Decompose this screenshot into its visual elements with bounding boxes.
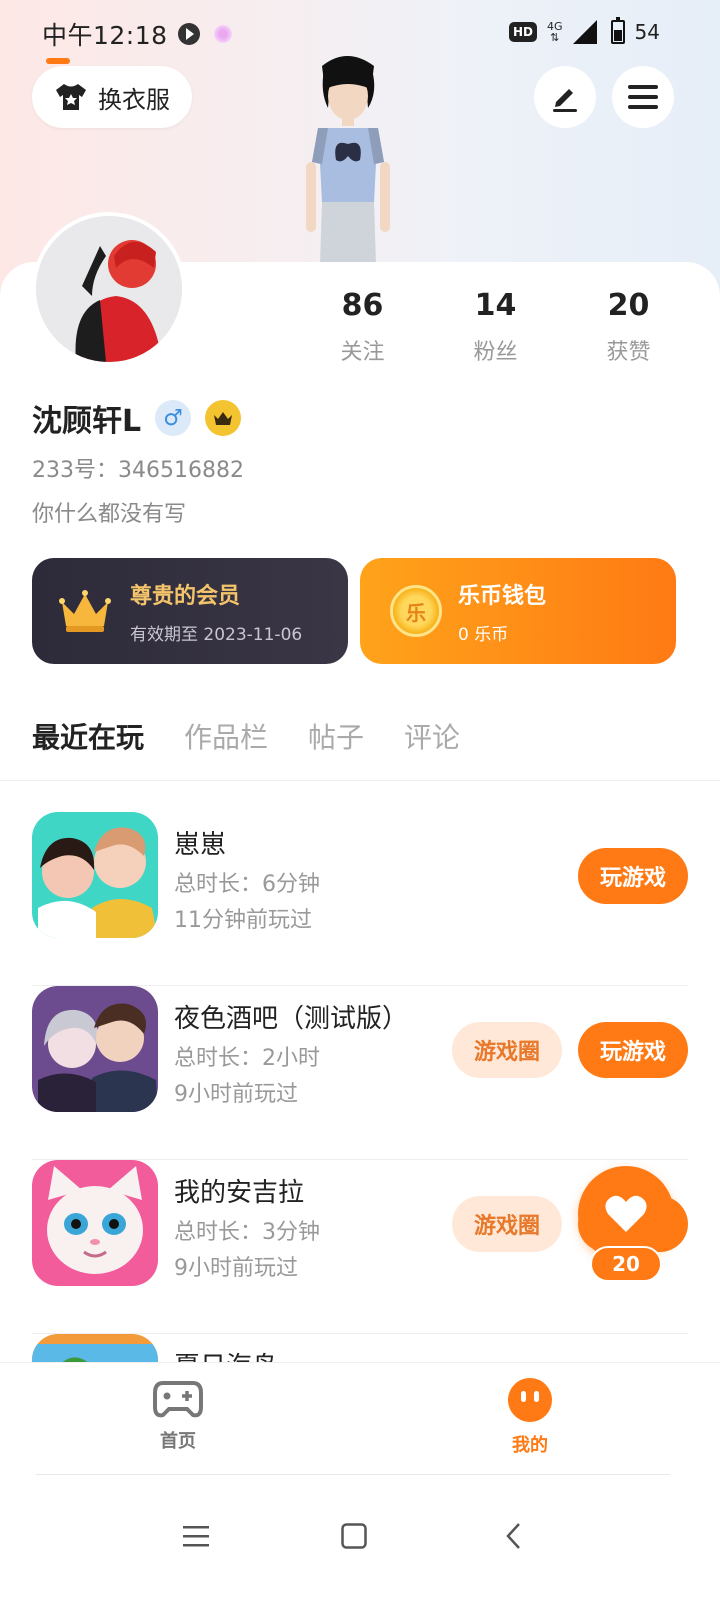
wallet-balance: 0 乐币 xyxy=(458,624,509,645)
data-arrows-icon: ⇅ xyxy=(550,31,560,44)
square-icon xyxy=(341,1523,367,1549)
status-icons: HD 4G ⇅ 54 xyxy=(509,17,660,44)
stat-following[interactable]: 86 关注 xyxy=(296,288,429,366)
game-circle-button[interactable]: 游戏圈 xyxy=(452,1196,562,1252)
change-outfit-button[interactable]: 换衣服 xyxy=(32,66,192,128)
play-game-button[interactable]: 玩游戏 xyxy=(578,848,688,904)
profile-avatar[interactable] xyxy=(32,212,186,366)
nav-mine[interactable]: 我的 xyxy=(470,1377,590,1457)
stat-value: 86 xyxy=(341,288,384,323)
media-play-icon xyxy=(177,23,200,45)
system-navigation-bar xyxy=(0,1490,720,1600)
hamburger-menu-icon xyxy=(628,85,658,109)
tab-recently-played[interactable]: 最近在玩 xyxy=(32,716,144,764)
game-last-played: 11分钟前玩过 xyxy=(174,908,312,933)
nav-home[interactable]: 首页 xyxy=(118,1377,238,1453)
stat-value: 20 xyxy=(607,288,650,323)
game-last-played: 9小时前玩过 xyxy=(174,1256,298,1281)
hd-badge: HD xyxy=(509,22,538,42)
game-name: 我的安吉拉 xyxy=(174,1178,305,1208)
tab-works[interactable]: 作品栏 xyxy=(184,716,268,764)
tab-posts[interactable]: 帖子 xyxy=(308,716,364,764)
game-circle-button[interactable]: 游戏圈 xyxy=(452,1022,562,1078)
nav-home-label: 首页 xyxy=(160,1431,196,1452)
battery-icon xyxy=(610,17,625,44)
menu-button[interactable] xyxy=(612,66,674,128)
stat-label: 粉丝 xyxy=(473,340,518,365)
vip-title: 尊贵的会员 xyxy=(130,583,241,609)
change-outfit-label: 换衣服 xyxy=(98,85,170,114)
stat-followers[interactable]: 14 粉丝 xyxy=(429,288,562,366)
bottom-navigation: 首页 我的 xyxy=(0,1362,720,1474)
male-gender-icon: ♂ xyxy=(155,400,192,436)
menu-lines-icon xyxy=(183,1526,209,1547)
tabs-divider xyxy=(0,780,720,781)
game-duration: 总时长：2小时 xyxy=(174,1046,320,1071)
game-icon[interactable] xyxy=(32,812,158,938)
nav-mine-label: 我的 xyxy=(512,1435,548,1456)
profile-bio[interactable]: 你什么都没有写 xyxy=(32,496,186,528)
game-duration: 总时长：6分钟 xyxy=(174,872,320,897)
stat-likes[interactable]: 20 获赞 xyxy=(562,288,695,366)
network-indicator: 4G ⇅ xyxy=(547,21,563,43)
wallet-card[interactable]: 乐 乐币钱包 0 乐币 xyxy=(360,558,676,664)
pencil-icon xyxy=(553,89,577,112)
vip-expiry: 有效期至 2023-11-06 xyxy=(130,624,303,645)
profile-tabs: 最近在玩 作品栏 帖子 评论 xyxy=(32,716,460,764)
username: 沈顾轩L xyxy=(32,404,142,439)
game-row[interactable]: 夜色酒吧（测试版） 总时长：2小时 9小时前玩过 游戏圈 玩游戏 xyxy=(32,986,688,1160)
back-button[interactable] xyxy=(484,1506,544,1566)
game-name: 夜色酒吧（测试版） xyxy=(174,1004,409,1034)
recent-apps-button[interactable] xyxy=(166,1506,226,1566)
heart-icon xyxy=(605,1195,647,1232)
game-icon[interactable] xyxy=(32,986,158,1112)
stat-value: 14 xyxy=(474,288,517,323)
status-time: 中午12:18 xyxy=(42,21,168,50)
game-name: 崽崽 xyxy=(174,830,227,860)
avatar-image xyxy=(36,216,182,362)
wallet-title: 乐币钱包 xyxy=(458,583,547,609)
stat-label: 关注 xyxy=(340,340,385,365)
vip-crown-icon[interactable] xyxy=(205,400,242,436)
vip-membership-card[interactable]: 尊贵的会员 有效期至 2023-11-06 xyxy=(32,558,348,664)
game-icon[interactable] xyxy=(32,1160,158,1286)
back-chevron-icon xyxy=(506,1523,520,1549)
edit-profile-button[interactable] xyxy=(534,66,596,128)
username-row: 沈顾轩L ♂ xyxy=(32,396,242,440)
crown-icon xyxy=(59,590,111,632)
signal-icon xyxy=(572,20,597,44)
home-button[interactable] xyxy=(324,1506,384,1566)
avatar-3d-figure[interactable] xyxy=(292,52,402,264)
gamepad-icon xyxy=(153,1381,203,1418)
game-last-played: 9小时前玩过 xyxy=(174,1082,298,1107)
stat-label: 获赞 xyxy=(606,340,651,365)
face-icon xyxy=(508,1378,552,1422)
game-row[interactable]: 崽崽 总时长：6分钟 11分钟前玩过 玩游戏 xyxy=(32,812,688,986)
nav-divider xyxy=(36,1474,670,1475)
app-notification-icon xyxy=(213,25,232,43)
active-tab-indicator xyxy=(46,58,70,64)
profile-stats: 86 关注 14 粉丝 20 获赞 xyxy=(296,288,696,366)
coin-icon: 乐 xyxy=(390,585,442,637)
tab-comments[interactable]: 评论 xyxy=(404,716,460,764)
battery-level: 54 xyxy=(634,20,660,44)
account-id[interactable]: 233号：346516882 xyxy=(32,452,244,484)
like-count: 20 xyxy=(590,1246,662,1282)
game-duration: 总时长：3分钟 xyxy=(174,1220,320,1245)
play-game-button[interactable]: 玩游戏 xyxy=(578,1022,688,1078)
shirt-icon xyxy=(56,84,86,110)
